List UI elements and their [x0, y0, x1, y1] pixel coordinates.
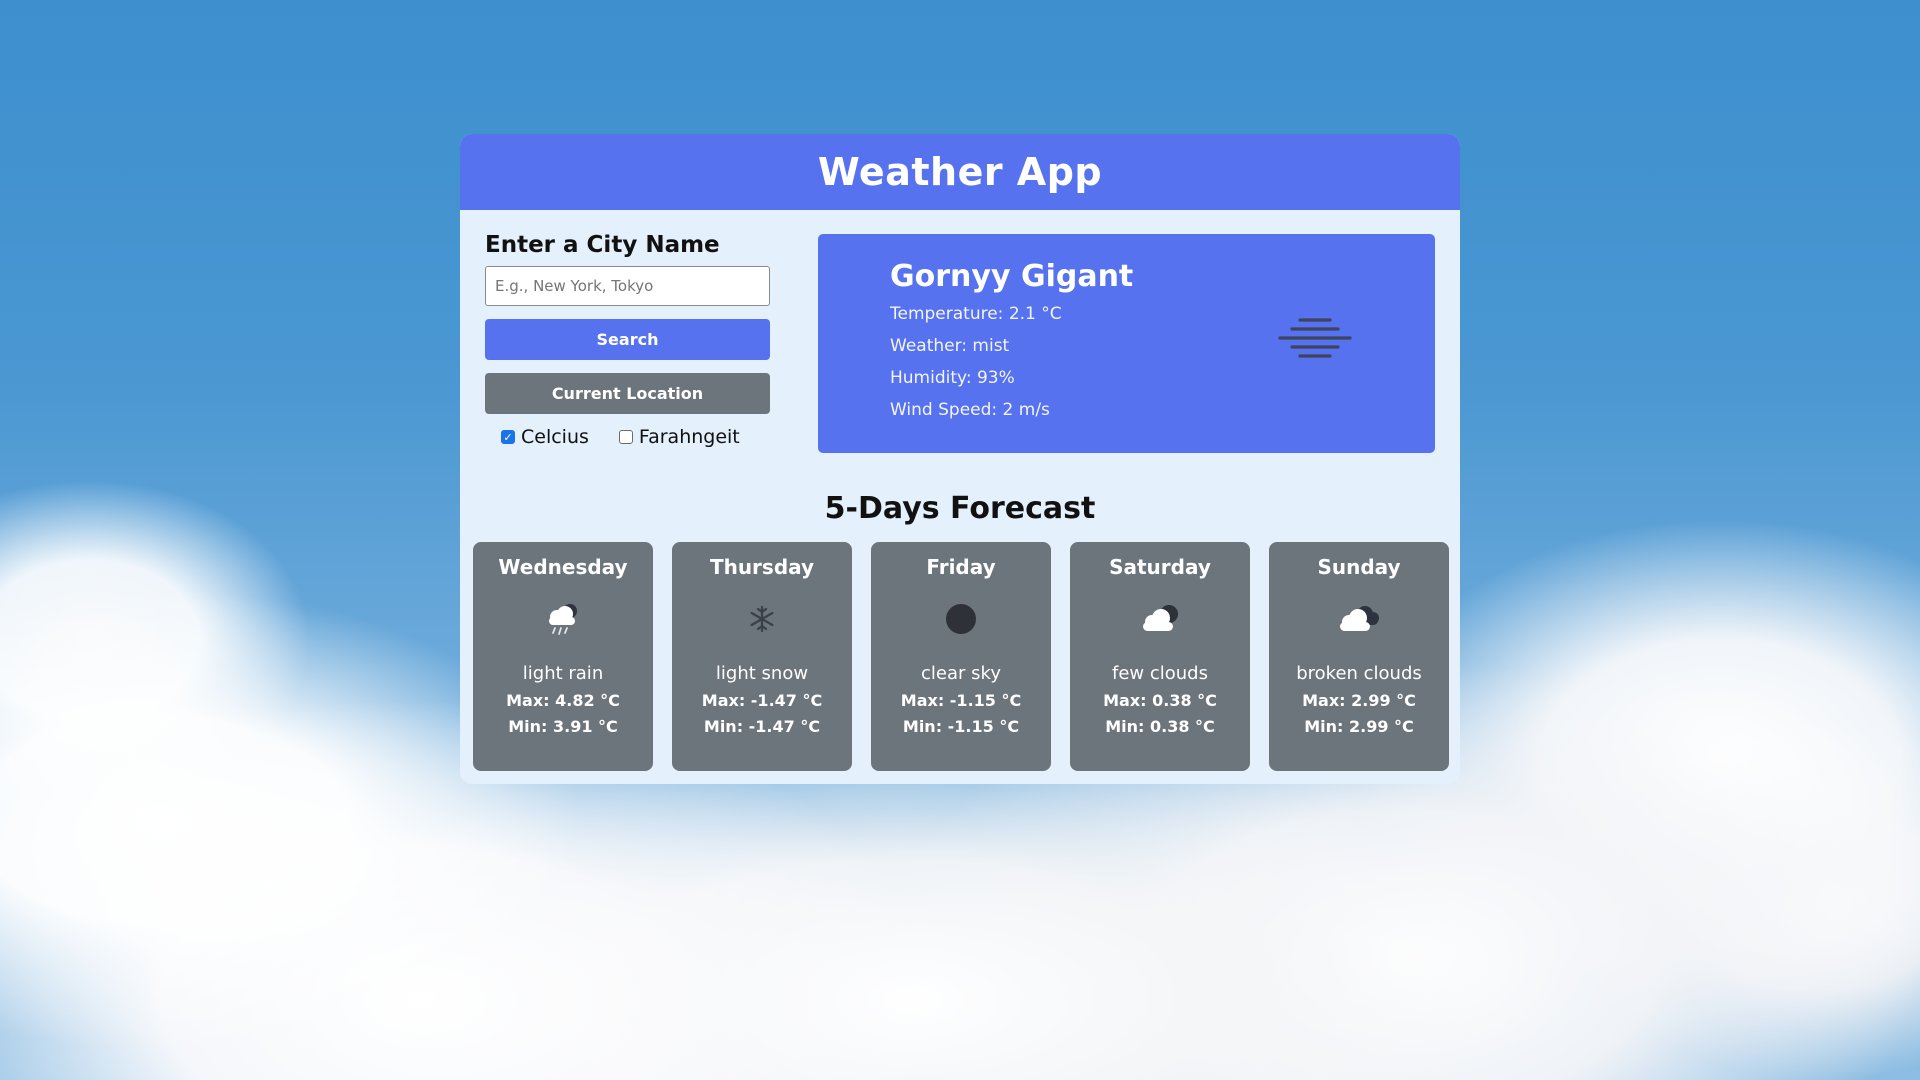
city-search-input[interactable]	[485, 266, 770, 306]
forecast-day-name: Friday	[926, 555, 996, 579]
current-weather-card: Gornyy Gigant Temperature: 2.1 °C Weathe…	[818, 234, 1435, 453]
fahrenheit-option[interactable]: Farahngeit	[618, 426, 740, 448]
fahrenheit-label: Farahngeit	[638, 426, 740, 448]
app-header: Weather App	[460, 134, 1460, 210]
city-input-label: Enter a City Name	[485, 232, 720, 258]
forecast-description: light snow	[715, 663, 809, 684]
current-humidity: Humidity: 93%	[890, 368, 1015, 388]
forecast-min-temp: Min: 2.99 °C	[1304, 717, 1414, 736]
forecast-day-name: Sunday	[1317, 555, 1401, 579]
forecast-day-name: Thursday	[709, 555, 815, 579]
forecast-description: broken clouds	[1296, 663, 1422, 684]
celsius-checkbox[interactable]: ✓	[501, 430, 515, 444]
forecast-max-temp: Max: 0.38 °C	[1103, 691, 1217, 710]
forecast-max-temp: Max: 2.99 °C	[1302, 691, 1416, 710]
search-panel: Enter a City Name Search Current Locatio…	[485, 232, 770, 448]
forecast-list: Wednesday light rain Max: 4.82 °C Min: 3…	[473, 542, 1449, 771]
broken-clouds-icon	[1329, 594, 1389, 644]
current-temperature: Temperature: 2.1 °C	[890, 304, 1062, 324]
current-weather-info: Gornyy Gigant Temperature: 2.1 °C Weathe…	[890, 259, 1133, 426]
forecast-card-thursday: Thursday light snow Max: -1.47 °C Min: -…	[672, 542, 852, 771]
current-wind-speed: Wind Speed: 2 m/s	[890, 400, 1050, 420]
light-rain-icon	[533, 594, 593, 644]
forecast-day-name: Wednesday	[498, 555, 628, 579]
current-city-name: Gornyy Gigant	[890, 259, 1134, 294]
unit-toggle-group: ✓ Celcius Farahngeit	[485, 426, 770, 448]
forecast-card-sunday: Sunday broken clouds Max: 2.99 °C Min: 2…	[1269, 542, 1449, 771]
search-button[interactable]: Search	[485, 319, 770, 360]
forecast-card-wednesday: Wednesday light rain Max: 4.82 °C Min: 3…	[473, 542, 653, 771]
forecast-max-temp: Max: -1.15 °C	[900, 691, 1022, 710]
forecast-min-temp: Min: 3.91 °C	[508, 717, 618, 736]
forecast-description: clear sky	[921, 663, 1001, 684]
forecast-description: light rain	[522, 663, 604, 684]
forecast-min-temp: Min: -1.15 °C	[902, 717, 1020, 736]
fahrenheit-checkbox[interactable]	[618, 430, 633, 444]
snow-icon	[732, 594, 792, 644]
forecast-day-name: Saturday	[1109, 555, 1211, 579]
mist-icon	[1278, 318, 1352, 358]
forecast-description: few clouds	[1112, 663, 1208, 684]
celsius-option[interactable]: ✓ Celcius	[501, 426, 589, 448]
current-location-button[interactable]: Current Location	[485, 373, 770, 414]
forecast-min-temp: Min: -1.47 °C	[703, 717, 821, 736]
forecast-title: 5-Days Forecast	[824, 491, 1096, 526]
forecast-min-temp: Min: 0.38 °C	[1105, 717, 1215, 736]
forecast-max-temp: Max: 4.82 °C	[506, 691, 620, 710]
forecast-card-saturday: Saturday few clouds Max: 0.38 °C Min: 0.…	[1070, 542, 1250, 771]
forecast-max-temp: Max: -1.47 °C	[701, 691, 823, 710]
app-title: Weather App	[817, 150, 1103, 194]
celsius-label: Celcius	[521, 426, 589, 448]
forecast-card-friday: Friday clear sky Max: -1.15 °C Min: -1.1…	[871, 542, 1051, 771]
clear-sky-icon	[931, 594, 991, 644]
weather-app-panel: Weather App Enter a City Name Search Cur…	[460, 134, 1460, 784]
few-clouds-icon	[1130, 594, 1190, 644]
current-condition: Weather: mist	[890, 336, 1010, 356]
